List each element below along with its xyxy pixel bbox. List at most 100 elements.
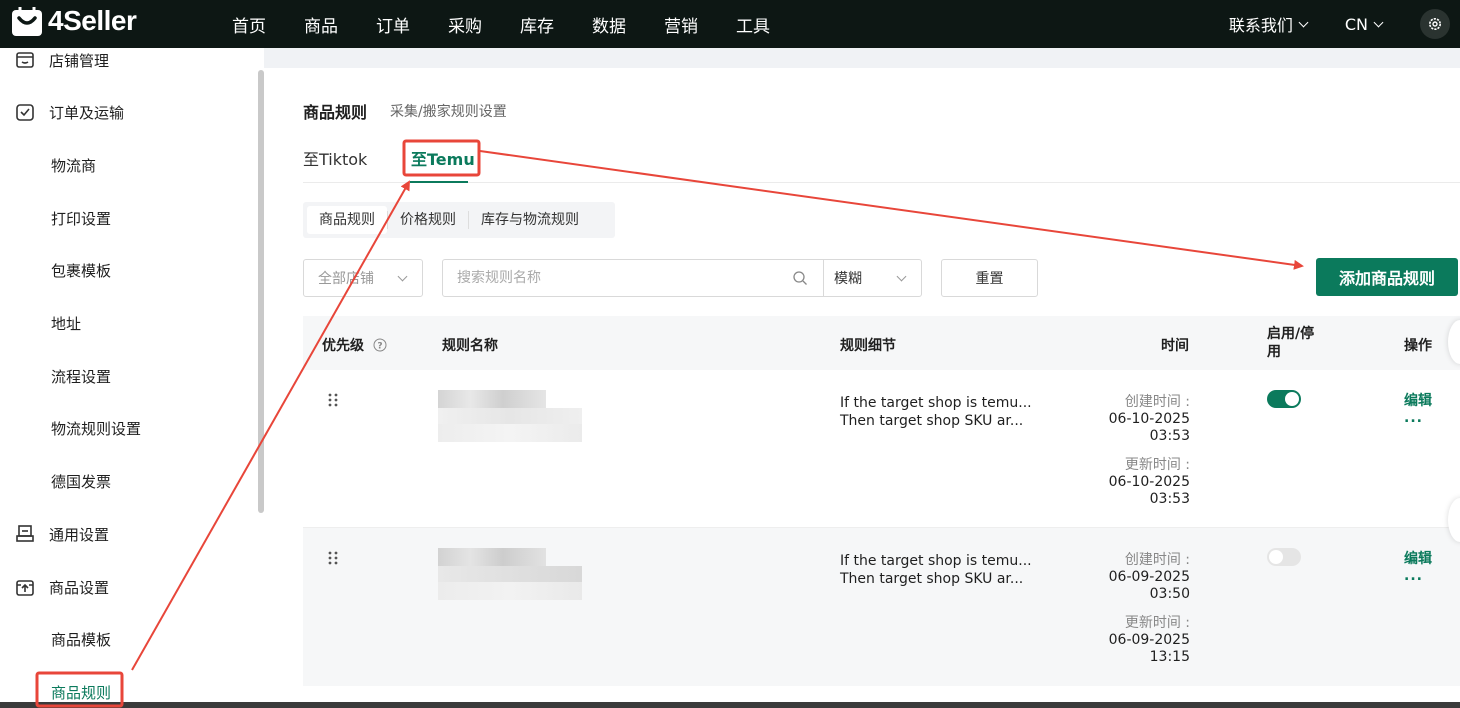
store-icon [16, 52, 34, 68]
nav-products[interactable]: 商品 [304, 12, 338, 37]
toggle-knob [1269, 550, 1283, 564]
contact-us-menu[interactable]: 联系我们 [1228, 12, 1309, 36]
more-actions-button[interactable]: ... [1404, 568, 1423, 584]
tab-to-tiktok[interactable]: 至Tiktok [303, 146, 367, 170]
match-mode-value: 模糊 [834, 271, 862, 287]
sidebar-item-address[interactable]: 地址 [0, 303, 250, 343]
logo[interactable]: 4Seller [10, 4, 137, 38]
shop-select[interactable]: 全部店铺 [303, 259, 423, 297]
sidebar-item-general-settings[interactable]: 通用设置 [0, 514, 250, 554]
logo-text: 4Seller [48, 5, 137, 36]
settings-sidebar: 店铺管理 订单及运输 物流商 打印设置 包裹模板 地址 流程设置 物流规则设置 … [0, 48, 264, 708]
shop-select-placeholder: 全部店铺 [318, 271, 374, 287]
table-row: If the target shop is temu... Then targe… [303, 528, 1460, 686]
sidebar-item-label: 商品模板 [51, 630, 112, 649]
page-title: 商品规则 [303, 103, 368, 122]
nav-home[interactable]: 首页 [232, 12, 266, 37]
updated-date: 06-09-2025 [1108, 632, 1190, 648]
updated-label: 更新时间 : [1124, 615, 1190, 631]
th-rule-detail: 规则细节 [840, 338, 896, 354]
created-time: 03:50 [1149, 586, 1190, 602]
updated-time: 03:53 [1149, 491, 1190, 507]
created-label: 创建时间 : [1124, 394, 1190, 410]
nav-purchase[interactable]: 采购 [448, 12, 482, 37]
sidebar-item-logistics-rules[interactable]: 物流规则设置 [0, 408, 250, 448]
th-priority-label: 优先级 [322, 338, 364, 354]
match-mode-select[interactable]: 模糊 [823, 259, 922, 297]
svg-text:?: ? [377, 342, 382, 352]
nav-data[interactable]: 数据 [592, 12, 626, 37]
th-priority: 优先级 ? [322, 335, 387, 355]
chevron-down-icon [1298, 17, 1309, 27]
sidebar-item-order-shipping[interactable]: 订单及运输 [0, 92, 250, 132]
created-date: 06-10-2025 [1108, 411, 1190, 427]
gear-icon [1429, 18, 1441, 30]
search-icon[interactable] [792, 270, 808, 286]
chevron-down-icon [896, 271, 907, 282]
table-row: If the target shop is temu... Then targe… [303, 370, 1460, 528]
nav-tools[interactable]: 工具 [736, 12, 770, 37]
updated-time: 13:15 [1149, 649, 1190, 665]
sidebar-item-product-settings[interactable]: 商品设置 [0, 567, 250, 607]
product-upload-icon [16, 580, 34, 596]
enable-toggle[interactable] [1267, 390, 1301, 408]
sidebar-item-label: 店铺管理 [49, 51, 110, 70]
rule-detail-line: Then target shop SKU ar... [840, 571, 1024, 587]
rule-detail-line: If the target shop is temu... [840, 553, 1032, 569]
main-nav: 首页 商品 订单 采购 库存 数据 营销 工具 [232, 0, 808, 48]
help-icon[interactable]: ? [373, 338, 387, 352]
more-actions-button[interactable]: ... [1404, 410, 1423, 426]
updated-date: 06-10-2025 [1108, 474, 1190, 490]
sidebar-item-label: 流程设置 [51, 367, 112, 386]
sidebar-item-carriers[interactable]: 物流商 [0, 145, 250, 185]
sidebar-item-label: 打印设置 [51, 209, 112, 228]
rule-detail-line: If the target shop is temu... [840, 395, 1032, 411]
rule-name-search-input[interactable] [442, 259, 824, 297]
enable-toggle[interactable] [1267, 548, 1301, 566]
active-tab-indicator [410, 181, 468, 183]
subtab-price-rules[interactable]: 价格规则 [388, 206, 468, 234]
sidebar-item-package-template[interactable]: 包裹模板 [0, 250, 250, 290]
drag-handle-icon[interactable] [327, 392, 339, 408]
sidebar-item-label: 德国发票 [51, 472, 112, 491]
main-content: 商品规则 采集/搬家规则设置 至Tiktok 至Temu 商品规则 价格规则 库… [264, 68, 1460, 708]
updated-label: 更新时间 : [1124, 457, 1190, 473]
chevron-down-icon [397, 271, 408, 282]
sidebar-item-workflow-settings[interactable]: 流程设置 [0, 356, 250, 396]
top-right-menu: 联系我们 CN [1229, 0, 1460, 48]
tab-divider [303, 182, 1460, 183]
edit-link[interactable]: 编辑 [1404, 390, 1432, 410]
sidebar-item-label: 包裹模板 [51, 261, 112, 280]
sidebar-item-product-template[interactable]: 商品模板 [0, 619, 250, 659]
reset-button[interactable]: 重置 [941, 259, 1038, 297]
sidebar-item-label: 商品规则 [51, 683, 112, 702]
th-enable: 启用/停用 [1267, 326, 1315, 360]
printer-icon [16, 525, 34, 542]
sidebar-item-label: 物流商 [51, 156, 97, 175]
language-menu[interactable]: CN [1344, 14, 1384, 34]
rule-type-tabs: 商品规则 价格规则 库存与物流规则 [303, 202, 615, 238]
nav-inventory[interactable]: 库存 [520, 12, 554, 37]
language-label: CN [1344, 14, 1368, 34]
rule-time: 创建时间 : 06-09-2025 03:50 更新时间 : 06-09-202… [1109, 552, 1190, 666]
chevron-down-icon [1373, 17, 1384, 27]
rule-time: 创建时间 : 06-10-2025 03:53 更新时间 : 06-10-202… [1109, 394, 1190, 508]
nav-orders[interactable]: 订单 [376, 12, 410, 37]
settings-button[interactable] [1420, 9, 1450, 39]
nav-marketing[interactable]: 营销 [664, 12, 698, 37]
page-subtitle: 采集/搬家规则设置 [390, 104, 507, 120]
drag-handle-icon[interactable] [327, 550, 339, 566]
subtab-inventory-logistics-rules[interactable]: 库存与物流规则 [469, 206, 591, 234]
tab-to-temu[interactable]: 至Temu [411, 146, 475, 170]
sidebar-item-german-invoice[interactable]: 德国发票 [0, 461, 250, 501]
contact-us-label: 联系我们 [1228, 16, 1293, 35]
subtab-product-rules[interactable]: 商品规则 [307, 206, 387, 234]
edit-link[interactable]: 编辑 [1404, 548, 1432, 568]
sidebar-item-label: 物流规则设置 [51, 419, 142, 438]
add-product-rule-button[interactable]: 添加商品规则 [1316, 258, 1458, 296]
th-time: 时间 [1161, 338, 1189, 354]
sidebar-item-store-management[interactable]: 店铺管理 [0, 40, 250, 80]
sidebar-item-print-settings[interactable]: 打印设置 [0, 198, 250, 238]
th-operations: 操作 [1404, 338, 1432, 354]
sidebar-item-label: 通用设置 [49, 525, 110, 544]
